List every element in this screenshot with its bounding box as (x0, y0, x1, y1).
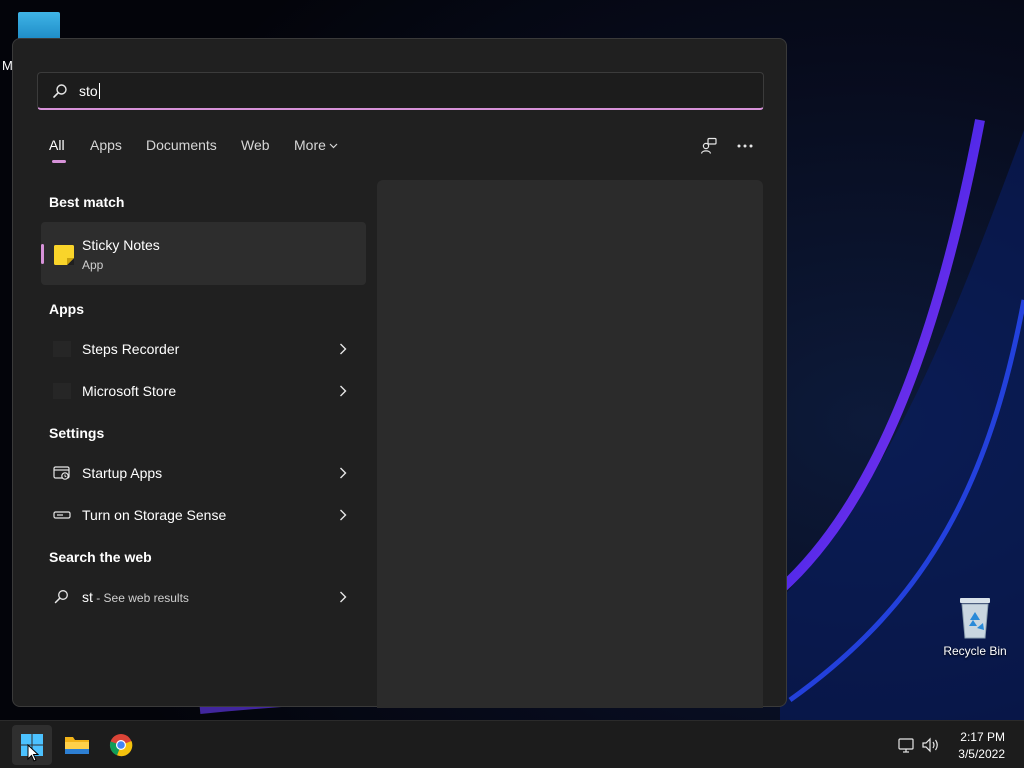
taskbar-clock[interactable]: 2:17 PM 3/5/2022 (958, 729, 1005, 763)
mouse-cursor-icon (27, 744, 39, 762)
chevron-right-icon[interactable] (339, 467, 347, 479)
search-query-text: sto (79, 83, 100, 99)
file-explorer-button[interactable] (57, 725, 97, 765)
app-result-microsoft-store[interactable]: Microsoft Store (41, 372, 366, 410)
preview-pane (377, 180, 763, 708)
section-heading-settings: Settings (49, 425, 105, 441)
folder-icon (65, 737, 89, 754)
chevron-right-icon[interactable] (339, 343, 347, 355)
section-heading-apps: Apps (49, 301, 84, 317)
more-options-button[interactable] (733, 135, 757, 157)
network-icon[interactable] (898, 737, 915, 753)
app-result-label: Steps Recorder (82, 341, 180, 357)
sticky-notes-icon (54, 245, 74, 265)
section-heading-best-match: Best match (49, 194, 125, 210)
tab-more[interactable]: More (294, 137, 338, 153)
clock-time: 2:17 PM (960, 730, 1005, 744)
account-switch-button[interactable] (697, 135, 721, 157)
settings-result-label: Turn on Storage Sense (82, 507, 227, 523)
app-result-label: Microsoft Store (82, 383, 177, 399)
ellipsis-icon (737, 144, 753, 148)
web-results-hint: - See web results (92, 591, 189, 605)
active-tab-indicator (52, 160, 66, 163)
tab-web[interactable]: Web (241, 137, 270, 153)
text-caret (98, 83, 100, 99)
web-search-result[interactable]: st - See web results (41, 578, 366, 616)
tab-apps[interactable]: Apps (90, 137, 122, 153)
recycle-bin-icon (960, 598, 990, 639)
web-search-label: st - See web results (82, 589, 189, 605)
storage-icon (53, 511, 71, 519)
recycle-bin-label: Recycle Bin (943, 644, 1007, 658)
search-input[interactable]: sto (37, 72, 764, 110)
chevron-right-icon[interactable] (339, 509, 347, 521)
chrome-button[interactable] (101, 725, 141, 765)
steps-recorder-icon (53, 341, 71, 357)
chevron-right-icon[interactable] (339, 385, 347, 397)
search-icon (53, 84, 67, 98)
chevron-right-icon[interactable] (339, 591, 347, 603)
desktop-icon-thumbnail[interactable] (18, 12, 60, 40)
section-heading-search-web: Search the web (49, 549, 152, 565)
settings-result-storage-sense[interactable]: Turn on Storage Sense (41, 496, 366, 534)
microsoft-store-icon (53, 383, 71, 399)
selection-indicator (41, 244, 44, 264)
recycle-bin-desktop-icon[interactable]: Recycle Bin (940, 596, 1010, 658)
volume-icon[interactable] (922, 737, 940, 753)
startup-apps-icon (53, 466, 70, 480)
search-panel: sto All Apps Documents Web More Best mat… (12, 38, 787, 708)
best-match-subtitle: App (82, 258, 104, 272)
chevron-down-icon (329, 143, 338, 149)
person-network-icon (700, 137, 717, 154)
tab-documents[interactable]: Documents (146, 137, 217, 153)
clock-date: 3/5/2022 (958, 747, 1005, 761)
search-icon (54, 590, 68, 604)
tab-more-label: More (294, 137, 326, 153)
web-query-text: st (82, 589, 93, 605)
tab-all[interactable]: All (49, 137, 65, 153)
settings-result-startup-apps[interactable]: Startup Apps (41, 454, 366, 492)
best-match-title: Sticky Notes (82, 237, 160, 253)
chrome-icon (109, 734, 133, 757)
app-result-steps-recorder[interactable]: Steps Recorder (41, 330, 366, 368)
best-match-result[interactable]: Sticky Notes App (41, 222, 366, 285)
taskbar: 2:17 PM 3/5/2022 (0, 720, 1024, 768)
settings-result-label: Startup Apps (82, 465, 163, 481)
